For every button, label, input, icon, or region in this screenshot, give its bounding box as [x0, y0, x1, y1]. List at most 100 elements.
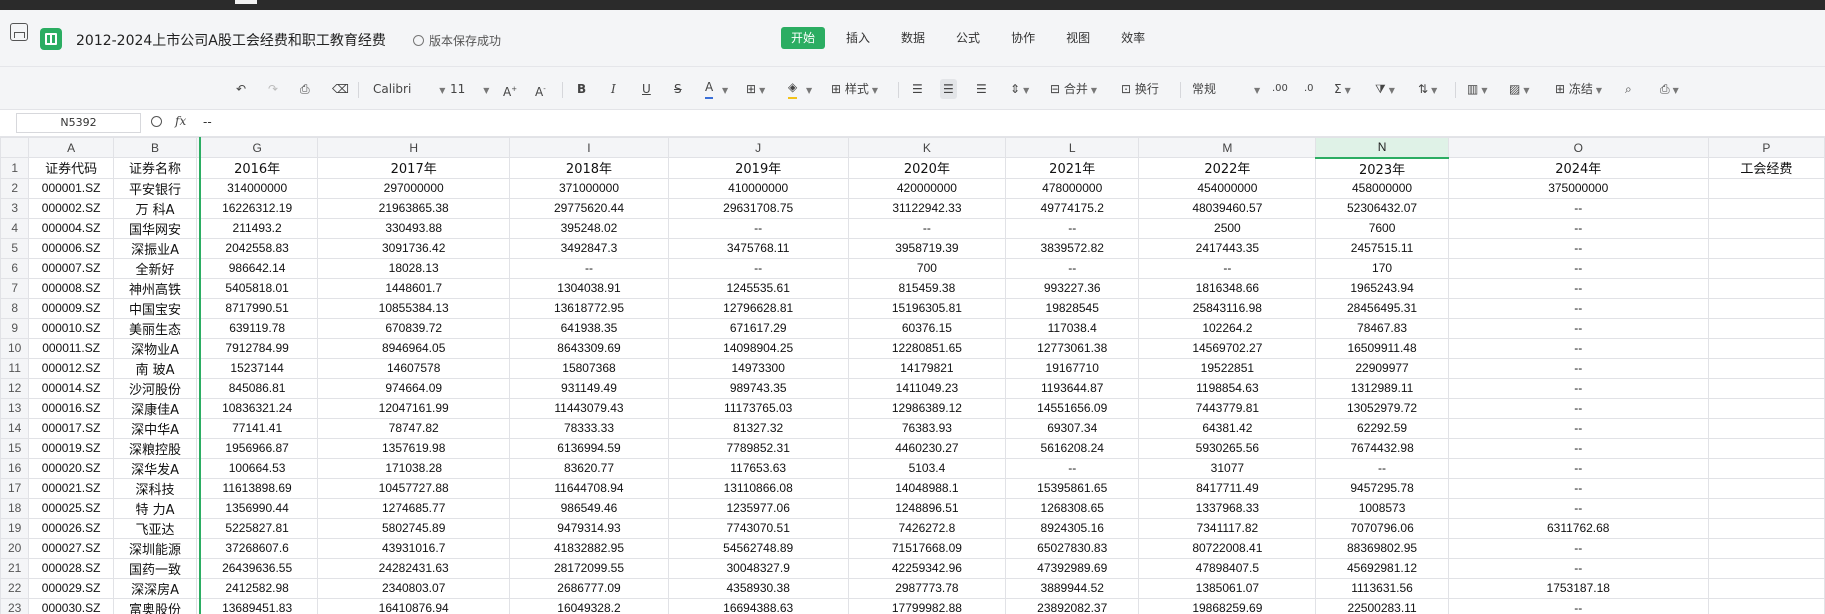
cell-a8[interactable]: 000009.SZ — [28, 297, 114, 319]
cell-m5[interactable]: 2417443.35 — [1138, 237, 1317, 259]
cell-o22[interactable]: 1753187.18 — [1447, 577, 1709, 599]
cell-i23[interactable]: 16049328.2 — [509, 597, 669, 614]
cell-g4[interactable]: 211493.2 — [196, 217, 319, 239]
cell-l14[interactable]: 69307.34 — [1005, 417, 1140, 439]
cell-o2[interactable]: 375000000 — [1447, 177, 1709, 199]
cell-b4[interactable]: 国华网安 — [112, 217, 198, 239]
cell-p23[interactable] — [1707, 597, 1825, 614]
sort-icon[interactable]: ⇅ ▼ — [1418, 79, 1437, 99]
cell-n23[interactable]: 22500283.11 — [1315, 597, 1449, 614]
cell-k13[interactable]: 12986389.12 — [847, 397, 1007, 419]
cell-h6[interactable]: 18028.13 — [317, 257, 511, 279]
cell-h3[interactable]: 21963865.38 — [317, 197, 511, 219]
align-right-icon[interactable]: ☰ — [976, 79, 987, 99]
cell-i12[interactable]: 931149.49 — [509, 377, 669, 399]
vertical-align-icon[interactable]: ⇕ ▼ — [1010, 79, 1029, 99]
cell-a22[interactable]: 000029.SZ — [28, 577, 114, 599]
decrease-decimal-icon[interactable]: .0 — [1304, 79, 1314, 99]
row-header[interactable]: 13 — [0, 397, 30, 419]
cell-g16[interactable]: 100664.53 — [196, 457, 319, 479]
cell-l15[interactable]: 5616208.24 — [1005, 437, 1140, 459]
cell-i16[interactable]: 83620.77 — [509, 457, 669, 479]
cell-k1[interactable]: 2020年 — [847, 157, 1007, 179]
cell-l4[interactable]: -- — [1005, 217, 1140, 239]
cell-b23[interactable]: 富奥股份 — [112, 597, 198, 614]
cell-g8[interactable]: 8717990.51 — [196, 297, 319, 319]
cell-k20[interactable]: 71517668.09 — [847, 537, 1007, 559]
strikethrough-icon[interactable]: S — [674, 79, 682, 99]
cell-h2[interactable]: 297000000 — [317, 177, 511, 199]
cell-h5[interactable]: 3091736.42 — [317, 237, 511, 259]
cell-i15[interactable]: 6136994.59 — [509, 437, 669, 459]
cell-k17[interactable]: 14048988.1 — [847, 477, 1007, 499]
cell-n13[interactable]: 13052979.72 — [1315, 397, 1449, 419]
cell-a10[interactable]: 000011.SZ — [28, 337, 114, 359]
cell-j17[interactable]: 13110866.08 — [667, 477, 849, 499]
cell-g22[interactable]: 2412582.98 — [196, 577, 319, 599]
menu-tab-data[interactable]: 数据 — [891, 27, 935, 49]
cell-k11[interactable]: 14179821 — [847, 357, 1007, 379]
cell-a2[interactable]: 000001.SZ — [28, 177, 114, 199]
formula-input[interactable]: -- — [203, 115, 212, 129]
cell-o5[interactable]: -- — [1447, 237, 1709, 259]
cell-b14[interactable]: 深中华A — [112, 417, 198, 439]
row-header[interactable]: 21 — [0, 557, 30, 579]
cell-i1[interactable]: 2018年 — [509, 157, 669, 179]
row-header[interactable]: 23 — [0, 597, 30, 614]
cell-p10[interactable] — [1707, 337, 1825, 359]
cell-k21[interactable]: 42259342.96 — [847, 557, 1007, 579]
bold-icon[interactable]: B — [577, 79, 586, 99]
row-header[interactable]: 6 — [0, 257, 30, 279]
cell-b20[interactable]: 深圳能源 — [112, 537, 198, 559]
cell-h1[interactable]: 2017年 — [317, 157, 511, 179]
cell-b21[interactable]: 国药一致 — [112, 557, 198, 579]
cell-l8[interactable]: 19828545 — [1005, 297, 1140, 319]
cell-p6[interactable] — [1707, 257, 1825, 279]
cell-k8[interactable]: 15196305.81 — [847, 297, 1007, 319]
cell-l3[interactable]: 49774175.2 — [1005, 197, 1140, 219]
cell-b22[interactable]: 深深房A — [112, 577, 198, 599]
cell-o19[interactable]: 6311762.68 — [1447, 517, 1709, 539]
cell-m13[interactable]: 7443779.81 — [1138, 397, 1317, 419]
cell-o10[interactable]: -- — [1447, 337, 1709, 359]
cell-i17[interactable]: 11644708.94 — [509, 477, 669, 499]
cell-b2[interactable]: 平安银行 — [112, 177, 198, 199]
cell-h7[interactable]: 1448601.7 — [317, 277, 511, 299]
menu-tab-collaborate[interactable]: 协作 — [1001, 27, 1045, 49]
row-header[interactable]: 18 — [0, 497, 30, 519]
merge-cells-button[interactable]: ⊟ 合并 ▼ — [1050, 79, 1097, 99]
cell-k22[interactable]: 2987773.78 — [847, 577, 1007, 599]
cell-m18[interactable]: 1337968.33 — [1138, 497, 1317, 519]
cell-o7[interactable]: -- — [1447, 277, 1709, 299]
cell-n12[interactable]: 1312989.11 — [1315, 377, 1449, 399]
cell-i20[interactable]: 41832882.95 — [509, 537, 669, 559]
cell-a23[interactable]: 000030.SZ — [28, 597, 114, 614]
cell-a19[interactable]: 000026.SZ — [28, 517, 114, 539]
cell-b1[interactable]: 证券名称 — [112, 157, 198, 179]
cell-i7[interactable]: 1304038.91 — [509, 277, 669, 299]
cell-b3[interactable]: 万 科A — [112, 197, 198, 219]
print-icon[interactable]: ⎙ ▼ — [1660, 79, 1679, 99]
row-header[interactable]: 5 — [0, 237, 30, 259]
cell-style-button[interactable]: ⊞ 样式 ▼ — [831, 79, 878, 99]
cell-i14[interactable]: 78333.33 — [509, 417, 669, 439]
cell-h23[interactable]: 16410876.94 — [317, 597, 511, 614]
cell-b9[interactable]: 美丽生态 — [112, 317, 198, 339]
cell-b5[interactable]: 深振业A — [112, 237, 198, 259]
cell-m17[interactable]: 8417711.49 — [1138, 477, 1317, 499]
cell-g10[interactable]: 7912784.99 — [196, 337, 319, 359]
cell-g2[interactable]: 314000000 — [196, 177, 319, 199]
cell-p12[interactable] — [1707, 377, 1825, 399]
cell-n10[interactable]: 16509911.48 — [1315, 337, 1449, 359]
cell-i21[interactable]: 28172099.55 — [509, 557, 669, 579]
underline-icon[interactable]: U — [642, 79, 651, 99]
row-header[interactable]: 1 — [0, 157, 30, 179]
select-all-corner[interactable] — [0, 137, 30, 158]
cell-a11[interactable]: 000012.SZ — [28, 357, 114, 379]
cell-m22[interactable]: 1385061.07 — [1138, 577, 1317, 599]
row-header[interactable]: 22 — [0, 577, 30, 599]
cell-l16[interactable]: -- — [1005, 457, 1140, 479]
cell-p13[interactable] — [1707, 397, 1825, 419]
cell-a5[interactable]: 000006.SZ — [28, 237, 114, 259]
cell-b13[interactable]: 深康佳A — [112, 397, 198, 419]
